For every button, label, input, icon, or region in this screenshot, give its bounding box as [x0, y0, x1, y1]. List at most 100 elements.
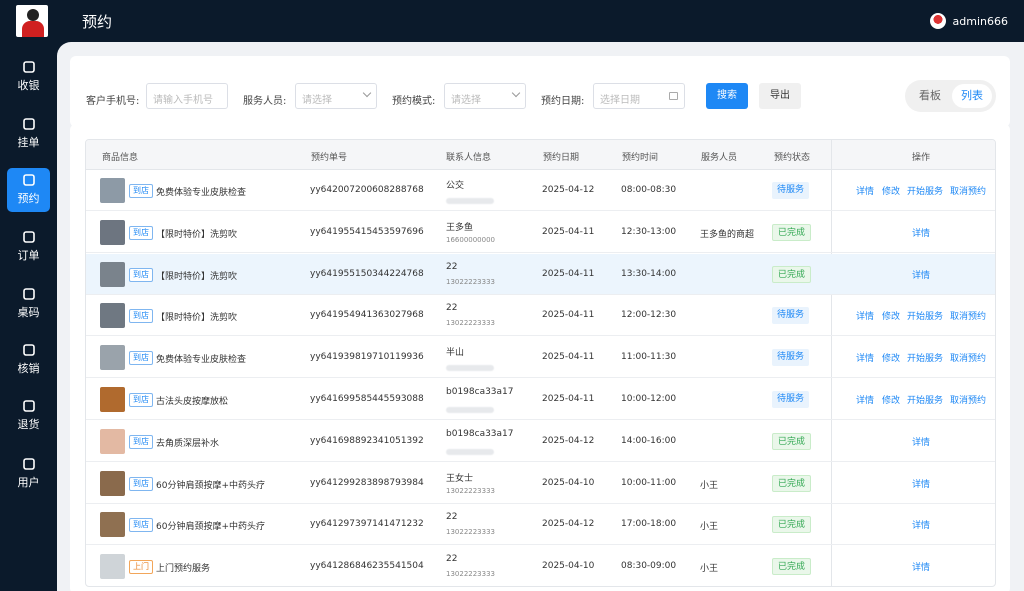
order-number: yy641955150344224768 — [310, 268, 424, 279]
product-name: 古法头皮按摩放松 — [156, 397, 229, 407]
row-action-link[interactable]: 修改 — [882, 393, 900, 406]
service-type-tag: 到店 — [129, 434, 153, 449]
page-title: 预约 — [82, 13, 113, 31]
mode-label: 预约模式: — [392, 96, 436, 107]
tab-board[interactable]: 看板 — [910, 84, 950, 108]
contact-name: 22 — [446, 512, 458, 523]
main-content: 客户手机号: 请输入手机号 服务人员: 请选择 预约模式: 请选择 预约日期: … — [57, 42, 1024, 591]
appointment-date: 2025-04-12 — [542, 185, 595, 195]
sidebar-item-7[interactable]: 用户 — [7, 452, 50, 496]
contact-name: 22 — [446, 261, 458, 272]
table-row[interactable]: 到店 60分钟肩颈按摩+中药头疗 yy641299283898793984 王女士 13… — [86, 463, 995, 504]
status-badge: 待服务 — [772, 307, 810, 325]
product-thumbnail — [100, 261, 125, 287]
row-action-link[interactable]: 开始服务 — [907, 393, 943, 406]
status-badge: 已完成 — [772, 558, 812, 576]
table-row[interactable]: 到店 去角质深层补水 yy641698892341051392 b0198ca33a1… — [86, 421, 995, 462]
mode-select[interactable]: 请选择 — [444, 83, 526, 109]
sidebar-item-1[interactable]: 挂单 — [7, 112, 50, 156]
clipboard-icon — [22, 230, 36, 244]
row-action-link[interactable]: 详情 — [912, 518, 930, 531]
table-header: 商品信息 预约单号 联系人信息 预约日期 预约时间 服务人员 预约状态 操作 — [86, 140, 995, 170]
row-action-link[interactable]: 详情 — [912, 435, 930, 448]
appointment-date: 2025-04-11 — [542, 394, 595, 404]
product-name: 【限时特价】洗剪吹 — [156, 271, 238, 282]
appointment-date: 2025-04-11 — [542, 268, 595, 279]
row-action-link[interactable]: 详情 — [912, 477, 930, 490]
sidebar-item-3[interactable]: 订单 — [7, 225, 50, 269]
tab-list[interactable]: 列表 — [952, 84, 992, 108]
row-action-link[interactable]: 详情 — [856, 351, 874, 364]
return-icon — [22, 399, 36, 413]
row-action-link[interactable]: 修改 — [882, 351, 900, 364]
pending-order-icon — [22, 117, 36, 131]
row-action-link[interactable]: 详情 — [912, 560, 930, 573]
table-row[interactable]: 上门 上门预约服务 yy641286846235541504 22 1302222333… — [86, 546, 995, 586]
table-row[interactable]: 到店 古法头皮按摩放松 yy641699585445593088 b0198ca33a… — [86, 379, 995, 420]
date-picker[interactable]: 选择日期 — [593, 83, 685, 109]
appointment-date: 2025-04-10 — [542, 477, 595, 488]
column-header: 商品信息 — [102, 153, 139, 163]
product-thumbnail — [100, 470, 125, 496]
clock-icon — [22, 173, 36, 187]
avatar — [929, 13, 946, 29]
row-action-link[interactable]: 详情 — [912, 268, 930, 281]
user-menu[interactable]: admin666 — [929, 13, 1008, 29]
product-thumbnail — [100, 554, 125, 580]
table-row[interactable]: 到店 【限时特价】洗剪吹 yy641954941363027968 22 1302222… — [86, 295, 995, 337]
contact-name: 公交 — [446, 181, 465, 191]
table-row[interactable]: 到店 免费体验专业皮肤检查 yy641939819710119936 半山 2025-0… — [86, 337, 995, 379]
contact-name: 王女士 — [446, 473, 474, 484]
order-number: yy641939819710119936 — [310, 352, 424, 363]
service-type-tag: 到店 — [129, 309, 153, 324]
contact-phone: 13022223333 — [446, 277, 495, 286]
sidebar-item-4[interactable]: 桌码 — [7, 282, 50, 326]
table-row[interactable]: 到店 【限时特价】洗剪吹 yy641955415453597696 王多鱼 166000… — [86, 212, 995, 253]
sidebar-item-6[interactable]: 退货 — [7, 394, 50, 438]
sidebar-item-5[interactable]: 核销 — [7, 338, 50, 382]
row-action-link[interactable]: 修改 — [882, 309, 900, 322]
search-button[interactable]: 搜索 — [706, 83, 748, 109]
service-type-tag: 到店 — [129, 225, 153, 240]
row-action-link[interactable]: 取消预约 — [950, 184, 986, 197]
sidebar-item-2[interactable]: 预约 — [7, 168, 50, 212]
export-button[interactable]: 导出 — [759, 83, 801, 109]
product-name: 60分钟肩颈按摩+中药头疗 — [156, 522, 265, 533]
column-header: 预约状态 — [774, 153, 811, 163]
contact-phone: 16600000000 — [446, 235, 495, 244]
product-thumbnail — [100, 178, 125, 203]
table-row[interactable]: 到店 【限时特价】洗剪吹 yy641955150344224768 22 1302222… — [86, 253, 995, 295]
app-logo[interactable] — [16, 5, 48, 37]
contact-phone: 13022223333 — [446, 319, 495, 328]
top-bar: 预约 admin666 — [0, 0, 1024, 42]
table-row[interactable]: 到店 免费体验专业皮肤检查 yy642007200608288768 公交 2025-0… — [86, 170, 995, 211]
row-action-link[interactable]: 开始服务 — [907, 184, 943, 197]
staff-select[interactable]: 请选择 — [295, 83, 377, 109]
contact-name: b0198ca33a17 — [446, 428, 514, 439]
appointment-time: 11:00-11:30 — [621, 352, 677, 363]
row-action-link[interactable]: 开始服务 — [907, 351, 943, 364]
contact-phone: 13022223333 — [446, 486, 495, 495]
filter-bar: 客户手机号: 请输入手机号 服务人员: 请选择 预约模式: 请选择 预约日期: … — [70, 56, 1010, 127]
sidebar-item-label: 退货 — [17, 418, 40, 431]
appointment-time: 12:00-12:30 — [621, 310, 677, 321]
row-action-link[interactable]: 详情 — [856, 393, 874, 406]
row-action-link[interactable]: 取消预约 — [950, 351, 986, 364]
appointments-table: 商品信息 预约单号 联系人信息 预约日期 预约时间 服务人员 预约状态 操作 到店 免费体验专业… — [85, 139, 996, 587]
appointment-time: 14:00-16:00 — [621, 435, 677, 446]
phone-input[interactable]: 请输入手机号 — [146, 83, 228, 109]
row-action-link[interactable]: 修改 — [882, 184, 900, 197]
status-badge: 已完成 — [772, 432, 812, 450]
row-action-link[interactable]: 开始服务 — [907, 309, 943, 322]
row-action-link[interactable]: 详情 — [912, 226, 930, 239]
row-action-link[interactable]: 取消预约 — [950, 393, 986, 406]
date-label: 预约日期: — [541, 96, 585, 107]
row-action-link[interactable]: 取消预约 — [950, 309, 986, 322]
row-action-link[interactable]: 详情 — [856, 309, 874, 322]
column-header: 预约时间 — [622, 153, 659, 163]
product-name: 【限时特价】洗剪吹 — [156, 229, 238, 240]
row-action-link[interactable]: 详情 — [856, 184, 874, 197]
sidebar-item-0[interactable]: 收银 — [7, 55, 50, 99]
appointment-time: 17:00-18:00 — [621, 519, 677, 530]
table-row[interactable]: 到店 60分钟肩颈按摩+中药头疗 yy641297397141471232 22 130… — [86, 504, 995, 546]
